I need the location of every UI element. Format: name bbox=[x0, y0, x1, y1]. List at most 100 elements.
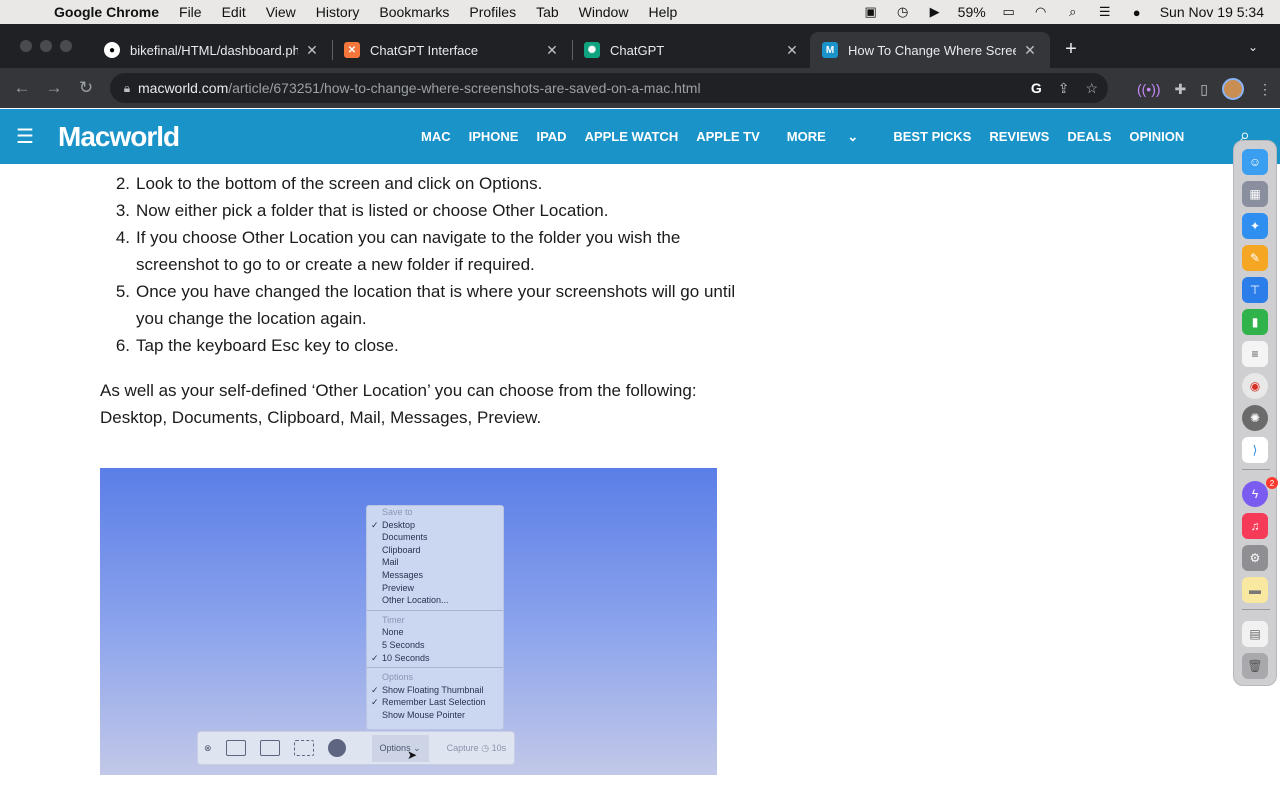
pages-icon[interactable]: ✎ bbox=[1242, 245, 1268, 271]
nav-opinion[interactable]: OPINION bbox=[1120, 129, 1193, 145]
music-icon[interactable]: ♫ bbox=[1242, 513, 1268, 539]
xampp-icon: ✕ bbox=[344, 42, 360, 58]
spotlight-icon[interactable]: ⌕ bbox=[1064, 4, 1082, 19]
url-text[interactable]: macworld.com/article/673251/how-to-chang… bbox=[138, 80, 701, 96]
record-icon bbox=[327, 739, 346, 757]
extension-radio-icon[interactable]: ((•)) bbox=[1137, 81, 1161, 97]
checkmark-icon: ✓ bbox=[371, 697, 379, 708]
menu-view[interactable]: View bbox=[256, 4, 306, 20]
google-lens-icon[interactable]: G bbox=[1031, 80, 1042, 97]
dock-divider bbox=[1242, 609, 1270, 610]
close-tab-icon[interactable]: ✕ bbox=[304, 42, 320, 59]
close-tab-icon[interactable]: ✕ bbox=[544, 42, 560, 59]
hamburger-menu-icon[interactable]: ☰ bbox=[0, 124, 50, 149]
play-icon[interactable]: ▶ bbox=[926, 4, 944, 19]
bookmark-star-icon[interactable]: ☆ bbox=[1085, 80, 1098, 97]
time-machine-icon[interactable]: ◷ bbox=[894, 4, 912, 19]
menu-history[interactable]: History bbox=[306, 4, 370, 20]
tab-search-chevron-icon[interactable]: ⌄ bbox=[1248, 40, 1258, 54]
nav-apple-tv[interactable]: APPLE TV bbox=[687, 129, 769, 145]
back-arrow-icon[interactable]: ← bbox=[6, 78, 38, 98]
clock[interactable]: Sun Nov 19 5:34 bbox=[1160, 4, 1264, 20]
menu-divider bbox=[367, 609, 503, 611]
tab-github[interactable]: ● bikefinal/HTML/dashboard.php ✕ bbox=[92, 32, 332, 68]
profile-avatar[interactable] bbox=[1222, 78, 1244, 100]
tab-chatgpt[interactable]: ✺ ChatGPT ✕ bbox=[572, 32, 812, 68]
document-icon[interactable]: ▤ bbox=[1242, 621, 1268, 647]
reload-icon[interactable]: ↻ bbox=[70, 78, 102, 98]
github-icon: ● bbox=[104, 42, 120, 58]
tab-chatgpt-interface[interactable]: ✕ ChatGPT Interface ✕ bbox=[332, 32, 572, 68]
close-icon: ⊗ bbox=[204, 742, 212, 753]
minimize-window-button[interactable] bbox=[40, 40, 52, 52]
menu-file[interactable]: File bbox=[169, 4, 212, 20]
nav-deals[interactable]: DEALS bbox=[1058, 129, 1120, 145]
menu-profiles[interactable]: Profiles bbox=[459, 4, 526, 20]
nav-best-picks[interactable]: BEST PICKS bbox=[884, 129, 980, 145]
macworld-icon: M bbox=[822, 42, 838, 58]
chatgpt-icon: ✺ bbox=[584, 42, 600, 58]
wifi-icon[interactable]: ◠ bbox=[1032, 4, 1050, 19]
menu-item: Mail bbox=[382, 557, 399, 568]
nav-reviews[interactable]: REVIEWS bbox=[980, 129, 1058, 145]
timer-icon: ◷ bbox=[481, 742, 490, 753]
numbers-icon[interactable]: ▮ bbox=[1242, 309, 1268, 335]
control-center-icon[interactable]: ☰ bbox=[1096, 4, 1114, 19]
nav-apple-watch[interactable]: APPLE WATCH bbox=[576, 129, 688, 145]
keynote-icon[interactable]: ⊤ bbox=[1242, 277, 1268, 303]
extensions-puzzle-icon[interactable]: ✚ bbox=[1175, 81, 1187, 98]
chatgpt-app-icon[interactable]: ✺ bbox=[1242, 405, 1268, 431]
site-logo[interactable]: Macworld bbox=[58, 121, 348, 153]
notification-badge: 2 bbox=[1266, 477, 1278, 489]
nav-more[interactable]: MORE ⌄ bbox=[769, 129, 877, 145]
siri-icon[interactable]: ● bbox=[1128, 5, 1146, 20]
tab-macworld[interactable]: M How To Change Where Screen ✕ bbox=[810, 32, 1050, 68]
share-icon[interactable]: ⇪ bbox=[1058, 80, 1070, 97]
nav-iphone[interactable]: IPHONE bbox=[460, 129, 528, 145]
capture-screen-icon bbox=[225, 740, 246, 756]
close-window-button[interactable] bbox=[20, 40, 32, 52]
menu-item: Preview bbox=[382, 582, 415, 593]
nav-ipad[interactable]: IPAD bbox=[527, 129, 575, 145]
chrome-menu-icon[interactable]: ⋮ bbox=[1258, 81, 1272, 98]
window-controls bbox=[20, 40, 72, 52]
trash-icon[interactable]: 🗑︎ bbox=[1242, 653, 1268, 679]
menu-item: ✓ Remember Last Selection bbox=[371, 697, 486, 708]
new-tab-icon[interactable]: + bbox=[1060, 38, 1082, 61]
system-settings-icon[interactable]: ⚙ bbox=[1242, 545, 1268, 571]
screenshot-options-menu: Save to ✓ Desktop Documents Clipboard Mai… bbox=[366, 505, 504, 730]
app-menu[interactable]: Google Chrome bbox=[54, 4, 169, 20]
close-tab-icon[interactable]: ✕ bbox=[784, 42, 800, 59]
menu-window[interactable]: Window bbox=[569, 4, 639, 20]
vscode-icon[interactable]: ⟩ bbox=[1242, 437, 1268, 463]
menu-tab[interactable]: Tab bbox=[526, 4, 569, 20]
menu-help[interactable]: Help bbox=[638, 4, 687, 20]
capture-button: Capture ◷ 10s bbox=[446, 742, 507, 753]
menu-bookmarks[interactable]: Bookmarks bbox=[369, 4, 459, 20]
tab-title: ChatGPT Interface bbox=[370, 42, 479, 58]
browser-toolbar: ← → ↻ 🔒︎ macworld.com/article/673251/how… bbox=[0, 68, 1280, 108]
close-tab-icon[interactable]: ✕ bbox=[1022, 42, 1038, 59]
checkmark-icon: ✓ bbox=[371, 652, 379, 663]
side-panel-icon[interactable]: ▯ bbox=[1200, 81, 1208, 98]
forward-arrow-icon[interactable]: → bbox=[38, 78, 70, 98]
tab-title: bikefinal/HTML/dashboard.php bbox=[130, 42, 298, 58]
battery-icon[interactable]: ▭ bbox=[1000, 4, 1018, 19]
nav-mac[interactable]: MAC bbox=[412, 129, 460, 145]
launchpad-icon[interactable]: ▦ bbox=[1242, 181, 1268, 207]
screen-share-icon[interactable]: ▣ bbox=[862, 4, 880, 19]
site-nav-bar: ☰ Macworld MAC IPHONE IPAD APPLE WATCH A… bbox=[0, 109, 1280, 164]
capture-selection-icon bbox=[293, 740, 314, 756]
chrome-icon[interactable]: ◉ bbox=[1242, 373, 1268, 399]
menu-item: 5 Seconds bbox=[382, 639, 425, 650]
options-button: Options ⌄ bbox=[371, 734, 429, 762]
notes-icon[interactable]: ▬ bbox=[1242, 577, 1268, 603]
messenger-icon[interactable]: ϟ2 bbox=[1242, 477, 1278, 507]
reminders-icon[interactable]: ≡ bbox=[1242, 341, 1268, 367]
address-bar[interactable]: 🔒︎ macworld.com/article/673251/how-to-ch… bbox=[110, 73, 1108, 103]
safari-icon[interactable]: ✦ bbox=[1242, 213, 1268, 239]
finder-icon[interactable]: ☺ bbox=[1242, 149, 1268, 175]
zoom-window-button[interactable] bbox=[60, 40, 72, 52]
lock-icon[interactable]: 🔒︎ bbox=[110, 81, 138, 96]
menu-edit[interactable]: Edit bbox=[212, 4, 256, 20]
